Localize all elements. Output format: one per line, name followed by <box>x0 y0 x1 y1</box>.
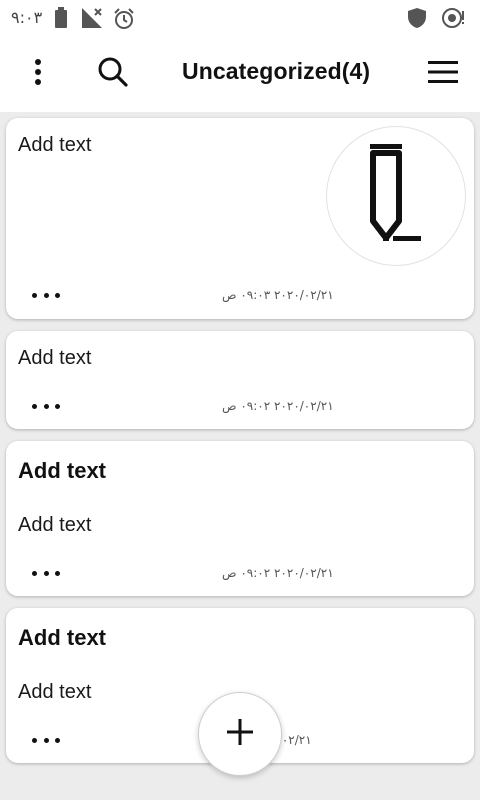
note-title: Add text <box>18 458 106 483</box>
note-date: ٢٠٢٠/٠٢/٢١ ٠٩:٠٢ ص <box>222 399 334 413</box>
note-card[interactable]: Add text ٢٠٢٠/٠٢/٢١ ٠٩:٠٢ ص <box>6 331 474 429</box>
alarm-icon <box>112 7 136 35</box>
note-more-button[interactable] <box>32 569 60 577</box>
no-signal-icon <box>80 6 104 34</box>
sync-alert-icon <box>441 7 467 33</box>
app-bar: Uncategorized(4) <box>0 36 480 112</box>
note-text: Add text <box>18 347 92 369</box>
note-text: Add text <box>18 134 92 156</box>
plus-icon <box>227 719 253 749</box>
shield-icon <box>407 7 427 33</box>
note-more-button[interactable] <box>32 291 60 299</box>
battery-icon <box>54 7 68 33</box>
pen-icon <box>366 142 426 250</box>
note-text: Add text <box>18 681 92 703</box>
note-text: Add text <box>18 514 92 536</box>
status-bar: ٩:٠٣ <box>0 0 480 36</box>
note-more-button[interactable] <box>32 736 60 744</box>
status-time: ٩:٠٣ <box>11 8 43 27</box>
more-vert-icon <box>34 58 42 90</box>
note-more-button[interactable] <box>32 402 60 410</box>
note-image[interactable] <box>326 126 466 266</box>
add-note-button[interactable] <box>198 692 282 776</box>
more-options-button[interactable] <box>10 36 66 112</box>
note-date: ٢٠٢٠/٠٢/٢١ ٠٩:٠٢ ص <box>222 566 334 580</box>
menu-button[interactable] <box>415 36 471 112</box>
note-title: Add text <box>18 625 106 650</box>
menu-icon <box>428 61 458 87</box>
search-icon <box>98 57 128 91</box>
note-card[interactable]: Add text Add text ٢٠٢٠/٠٢/٢١ ٠٩:٠٢ ص <box>6 441 474 596</box>
search-button[interactable] <box>85 36 141 112</box>
page-title: Uncategorized(4) <box>182 58 371 84</box>
note-date: ٢٠٢٠/٠٢/٢١ ٠٩:٠٣ ص <box>222 288 334 302</box>
note-card[interactable]: Add text ٢٠٢٠/٠٢/٢١ ٠٩:٠٣ ص <box>6 118 474 319</box>
